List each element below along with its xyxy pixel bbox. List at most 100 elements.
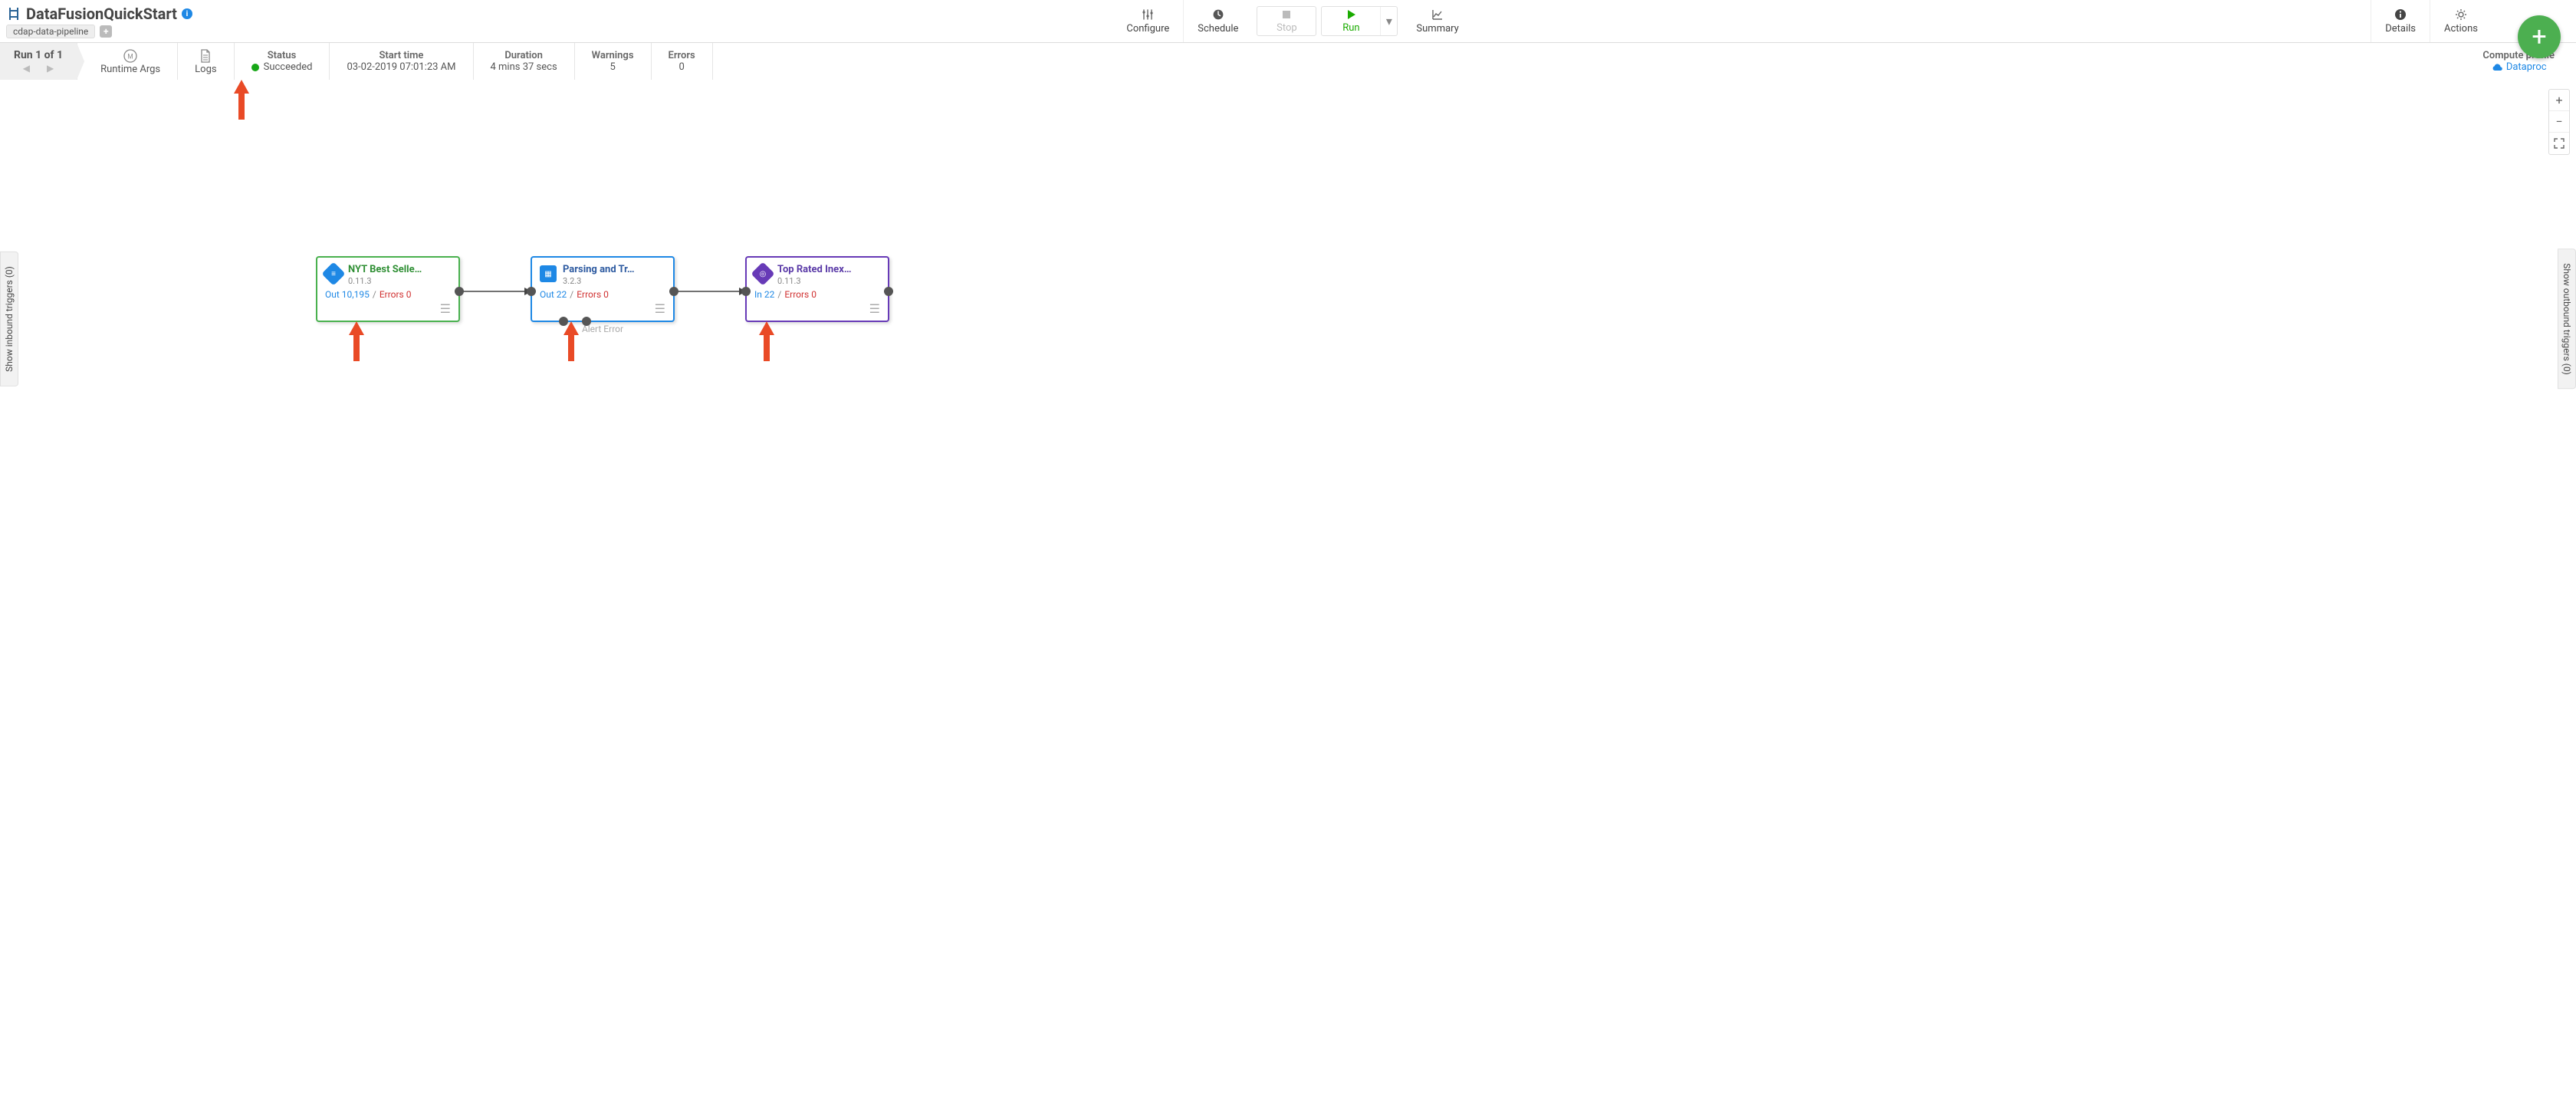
add-node-fab[interactable]: + (2518, 15, 2561, 58)
compute-profile-segment: Compute profile Dataproc (2461, 43, 2576, 80)
info-circle-icon (2394, 8, 2407, 21)
node-version: 0.11.3 (348, 276, 451, 286)
zoom-in-button[interactable]: + (2549, 90, 2569, 111)
logs-button[interactable]: Logs (178, 43, 234, 80)
status-text: Succeeded (264, 61, 313, 73)
warnings-value: 5 (610, 61, 615, 73)
pipeline-type-chip: cdap-data-pipeline (6, 25, 95, 38)
status-label: Status (268, 50, 297, 61)
port-out[interactable] (669, 287, 678, 296)
warnings-label: Warnings (592, 50, 634, 61)
header-left: DataFusionQuickStart i cdap-data-pipelin… (0, 0, 215, 42)
outbound-triggers-tab[interactable]: Show outbound triggers (0) (2558, 248, 2576, 390)
inbound-triggers-label: Show inbound triggers (0) (4, 266, 15, 372)
node-header: ▦ Parsing and Tr… 3.2.3 (532, 258, 673, 289)
prev-run-button[interactable]: ◀ (23, 63, 30, 74)
errors-value: 0 (678, 61, 684, 73)
wrangler-icon: ▦ (540, 265, 557, 282)
zoom-controls: + − (2548, 89, 2570, 155)
fit-screen-button[interactable] (2549, 133, 2569, 154)
status-dot-icon (251, 64, 259, 71)
node-err-stat: Errors 0 (380, 289, 412, 300)
chip-row: cdap-data-pipeline + (6, 25, 207, 38)
callout-arrow (564, 321, 579, 361)
node-title: Parsing and Tr… (563, 264, 665, 275)
run-dropdown[interactable]: ▾ (1380, 7, 1397, 35)
node-source[interactable]: ≡ NYT Best Selle… 0.11.3 Out 10,195 / Er… (316, 256, 460, 322)
stop-group: Stop (1257, 6, 1316, 36)
run-count-label: Run 1 of 1 (14, 49, 63, 61)
app-header: DataFusionQuickStart i cdap-data-pipelin… (0, 0, 2576, 43)
callout-arrow (234, 80, 249, 120)
errors-segment: Errors 0 (652, 43, 713, 80)
port-in[interactable] (741, 287, 751, 296)
schedule-button[interactable]: Schedule (1183, 0, 1252, 42)
details-button[interactable]: Details (2371, 0, 2430, 42)
node-menu-button[interactable]: ☰ (317, 301, 458, 321)
m-icon: M (123, 48, 137, 64)
configure-button[interactable]: Configure (1112, 0, 1183, 42)
pipeline-canvas[interactable]: + − Show inbound triggers (0) Show outbo… (0, 80, 2576, 558)
runtime-args-label: Runtime Args (100, 64, 160, 75)
status-value: Succeeded (251, 61, 313, 73)
zoom-out-button[interactable]: − (2549, 111, 2569, 133)
node-title: NYT Best Selle… (348, 264, 451, 275)
info-icon[interactable]: i (182, 8, 192, 19)
details-label: Details (2385, 23, 2416, 35)
node-menu-button[interactable]: ☰ (532, 301, 673, 321)
stop-button[interactable]: Stop (1257, 7, 1316, 35)
studio-icon (6, 6, 21, 21)
start-time-value: 03-02-2019 07:01:23 AM (347, 61, 455, 73)
node-out-stat: Out 10,195 (325, 289, 370, 300)
status-segment: Status Succeeded (235, 43, 330, 80)
stop-label: Stop (1276, 22, 1297, 34)
node-extra-labels: Alert Error (582, 324, 623, 334)
run-button[interactable]: Run (1322, 7, 1380, 35)
port-out[interactable] (884, 287, 893, 296)
cloud-icon (2491, 63, 2503, 72)
run-count: Run 1 of 1 ◀ ▶ (0, 43, 77, 80)
node-stats: Out 10,195 / Errors 0 (317, 289, 458, 301)
compute-profile-link[interactable]: Dataproc (2491, 61, 2547, 73)
node-err-stat: Errors 0 (784, 289, 816, 300)
start-time-segment: Start time 03-02-2019 07:01:23 AM (330, 43, 473, 80)
file-icon (199, 48, 212, 64)
compute-profile-value: Dataproc (2506, 61, 2547, 73)
node-version: 0.11.3 (777, 276, 880, 286)
summary-label: Summary (1416, 23, 1458, 35)
node-sink[interactable]: ◎ Top Rated Inex… 0.11.3 In 22 / Errors … (745, 256, 889, 322)
runtime-args-button[interactable]: M Runtime Args (77, 43, 178, 80)
sliders-icon (1142, 8, 1154, 21)
bigquery-icon: ◎ (751, 261, 774, 285)
port-out[interactable] (455, 287, 464, 296)
node-version: 3.2.3 (563, 276, 665, 286)
toolbar-center: Configure Schedule Stop Run ▾ (1112, 0, 1472, 42)
node-transform[interactable]: ▦ Parsing and Tr… 3.2.3 Out 22 / Errors … (531, 256, 675, 322)
port-in[interactable] (527, 287, 536, 296)
edge-1 (458, 284, 535, 299)
gear-icon (2455, 8, 2467, 21)
node-menu-button[interactable]: ☰ (747, 301, 888, 321)
node-title: Top Rated Inex… (777, 264, 880, 275)
stop-icon (1281, 8, 1292, 21)
run-group: Run ▾ (1321, 6, 1398, 36)
node-stats: In 22 / Errors 0 (747, 289, 888, 301)
edge-2 (673, 284, 750, 299)
add-tag-button[interactable]: + (100, 25, 112, 38)
duration-label: Duration (504, 50, 543, 61)
summary-button[interactable]: Summary (1402, 0, 1472, 42)
inbound-triggers-tab[interactable]: Show inbound triggers (0) (0, 252, 18, 386)
start-time-label: Start time (380, 50, 424, 61)
node-header: ◎ Top Rated Inex… 0.11.3 (747, 258, 888, 289)
duration-segment: Duration 4 mins 37 secs (474, 43, 575, 80)
node-in-stat: In 22 (754, 289, 774, 300)
configure-label: Configure (1126, 23, 1169, 35)
run-info-bar: Run 1 of 1 ◀ ▶ M Runtime Args Logs Statu… (0, 43, 2576, 80)
next-run-button[interactable]: ▶ (47, 63, 54, 74)
actions-button[interactable]: Actions (2430, 0, 2492, 42)
pipeline-title[interactable]: DataFusionQuickStart (26, 5, 177, 23)
node-out-stat: Out 22 (540, 289, 567, 300)
warnings-segment: Warnings 5 (575, 43, 652, 80)
duration-value: 4 mins 37 secs (491, 61, 557, 73)
callout-arrow (349, 321, 364, 361)
